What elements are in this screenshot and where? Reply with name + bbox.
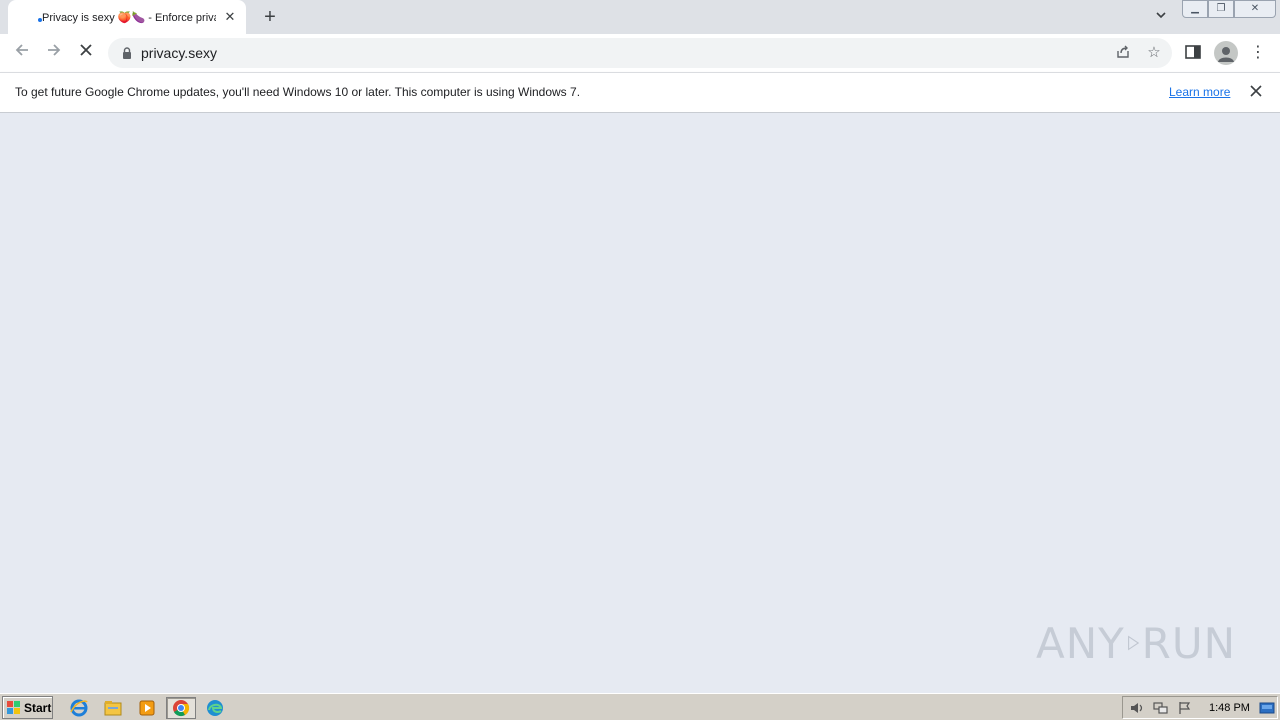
- stop-loading-button[interactable]: [74, 41, 98, 65]
- tab-title: Privacy is sexy 🍑🍆 - Enforce privacy & s…: [42, 11, 216, 24]
- start-button[interactable]: Start: [2, 696, 53, 719]
- chevron-down-icon: [1156, 12, 1166, 19]
- learn-more-link[interactable]: Learn more: [1169, 85, 1230, 99]
- minimize-button[interactable]: ▁: [1182, 0, 1208, 18]
- watermark-right-text: RUN: [1141, 618, 1236, 668]
- tab-close-icon[interactable]: ✕: [222, 9, 238, 25]
- system-tray: 1:48 PM: [1122, 696, 1278, 719]
- maximize-button[interactable]: ❐: [1208, 0, 1234, 18]
- infobar-message: To get future Google Chrome updates, you…: [15, 85, 581, 99]
- page-content: ANY RUN: [0, 113, 1280, 693]
- bookmark-star-icon[interactable]: ☆: [1144, 43, 1164, 63]
- window-controls: ▁ ❐ ✕: [1182, 0, 1276, 18]
- loading-spinner-icon: [38, 18, 42, 22]
- new-tab-button[interactable]: +: [258, 5, 282, 29]
- arrow-right-icon: [48, 44, 61, 56]
- action-center-flag-icon[interactable]: [1177, 701, 1193, 715]
- person-icon: [1218, 47, 1234, 62]
- chrome-taskbar-button[interactable]: [166, 697, 196, 719]
- lock-icon[interactable]: [120, 46, 134, 60]
- forward-button[interactable]: [42, 41, 66, 65]
- url-text[interactable]: privacy.sexy: [141, 45, 217, 61]
- close-icon: [1250, 85, 1262, 97]
- browser-tab[interactable]: Privacy is sexy 🍑🍆 - Enforce privacy & s…: [8, 0, 246, 34]
- edge-icon[interactable]: [204, 697, 226, 719]
- tab-strip: Privacy is sexy 🍑🍆 - Enforce privacy & s…: [0, 0, 1280, 34]
- media-player-icon[interactable]: [136, 697, 158, 719]
- infobar-close-icon[interactable]: [1248, 83, 1264, 101]
- anyrun-watermark: ANY RUN: [1036, 613, 1236, 673]
- file-explorer-icon[interactable]: [102, 697, 124, 719]
- close-icon: [80, 44, 92, 56]
- close-window-button[interactable]: ✕: [1234, 0, 1276, 18]
- network-icon[interactable]: [1153, 701, 1169, 715]
- arrow-left-icon: [15, 44, 28, 56]
- profile-avatar-icon[interactable]: [1214, 41, 1238, 65]
- update-infobar: To get future Google Chrome updates, you…: [0, 72, 1280, 113]
- windows-taskbar: Start 1:48 PM: [0, 693, 1280, 720]
- address-bar[interactable]: privacy.sexy ☆: [108, 38, 1172, 68]
- play-logo-icon: [1127, 635, 1140, 651]
- internet-explorer-icon[interactable]: [68, 697, 90, 719]
- show-desktop-icon[interactable]: [1259, 701, 1275, 715]
- share-arrow-icon: [1117, 45, 1129, 58]
- more-menu-icon[interactable]: ⋮: [1250, 41, 1266, 65]
- chrome-icon: [173, 700, 190, 717]
- windows-logo-icon: [7, 700, 20, 714]
- share-icon[interactable]: [1114, 44, 1132, 62]
- back-button[interactable]: [10, 41, 34, 65]
- start-label: Start: [24, 700, 52, 715]
- tab-search-chevron-icon[interactable]: [1150, 6, 1172, 28]
- side-panel-icon[interactable]: [1184, 43, 1202, 61]
- browser-toolbar: privacy.sexy ☆ ⋮: [0, 34, 1280, 72]
- taskbar-clock[interactable]: 1:48 PM: [1209, 702, 1250, 714]
- volume-icon[interactable]: [1129, 701, 1145, 715]
- watermark-left-text: ANY: [1036, 618, 1125, 668]
